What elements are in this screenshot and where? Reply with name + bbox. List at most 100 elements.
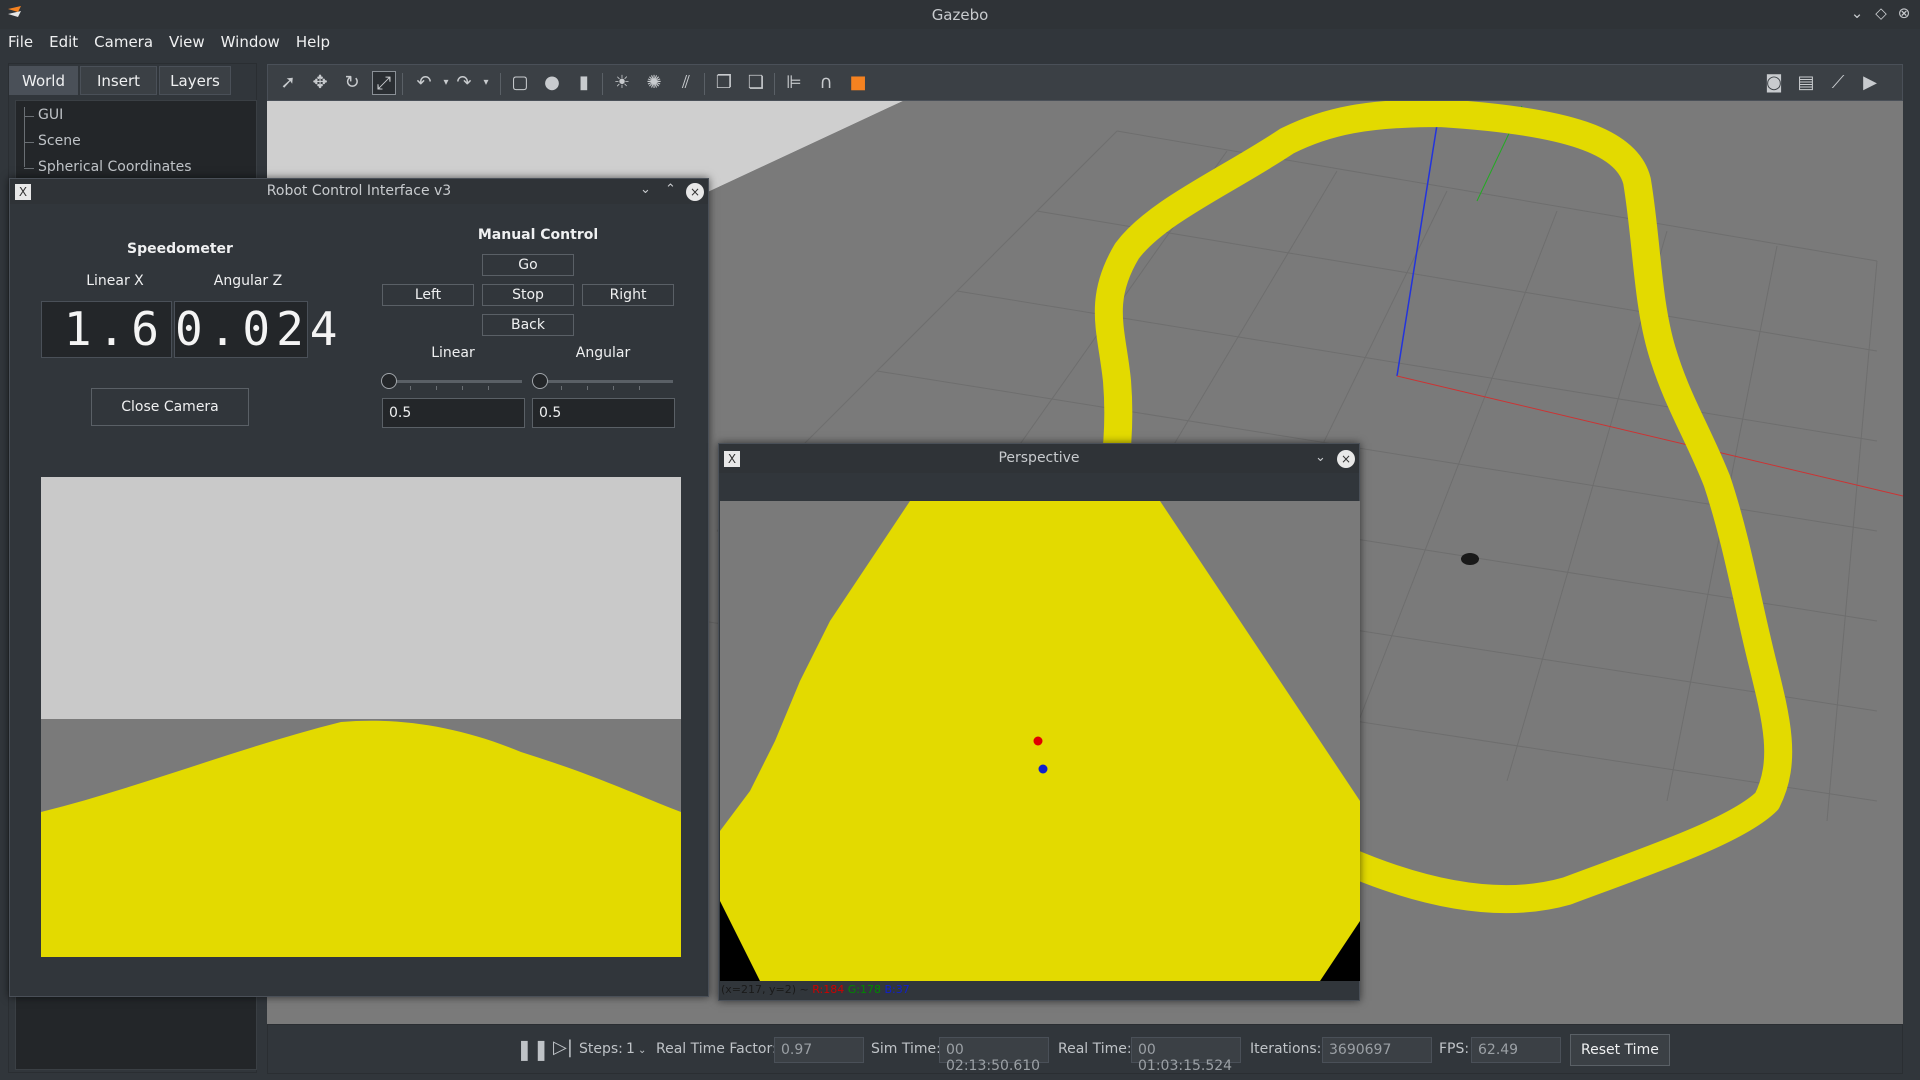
go-button[interactable]: Go [482, 254, 574, 276]
speedometer-title: Speedometer [127, 241, 233, 257]
point-light-icon[interactable]: ☀ [610, 71, 634, 95]
angular-speed-display: 0.024 [174, 301, 344, 358]
menu-camera[interactable]: Camera [86, 29, 161, 51]
tab-layers[interactable]: Layers [159, 66, 231, 95]
select-mode-icon[interactable]: ➚ [276, 71, 300, 95]
angular-slider-handle[interactable] [532, 373, 548, 389]
linear-slider-handle[interactable] [381, 373, 397, 389]
slider-tick [587, 386, 588, 390]
scale-mode-icon[interactable]: ⤢ [372, 71, 396, 95]
slider-tick [436, 386, 437, 390]
linear-slider-label: Linear [431, 345, 475, 361]
tree-item-gui[interactable]: GUI [22, 107, 63, 123]
slider-tick [410, 386, 411, 390]
steps-value[interactable]: 1 [626, 1041, 635, 1057]
manual-control-title: Manual Control [477, 227, 599, 243]
translate-mode-icon[interactable]: ✥ [308, 71, 332, 95]
fps-field: 62.49 [1471, 1037, 1561, 1063]
linear-x-label: Linear X [86, 273, 144, 289]
angular-slider-label: Angular [575, 345, 631, 361]
robot-control-window: X Robot Control Interface v3 ⌄ ⌃ × Speed… [9, 178, 709, 997]
sim-time-field: 00 02:13:50.610 [939, 1037, 1049, 1074]
slider-tick [561, 386, 562, 390]
back-button[interactable]: Back [482, 314, 574, 336]
robot-model[interactable] [1461, 553, 1479, 565]
rotate-mode-icon[interactable]: ↻ [340, 71, 364, 95]
redo-dropdown-icon[interactable]: ▾ [474, 71, 498, 95]
reset-time-button[interactable]: Reset Time [1570, 1034, 1670, 1066]
toolbar-separator [704, 73, 705, 95]
toolbar-separator [402, 73, 403, 95]
toolbar-separator [602, 73, 603, 95]
perspective-image[interactable] [720, 501, 1360, 981]
slider-tick [462, 386, 463, 390]
pixel-blue-value: B:37 [884, 983, 910, 996]
stop-button[interactable]: Stop [482, 284, 574, 306]
linear-slider-track[interactable] [384, 380, 522, 383]
tab-world[interactable]: World [9, 66, 78, 95]
maximize-icon[interactable]: ◇ [1871, 4, 1891, 24]
tree-item-spherical-coordinates[interactable]: Spherical Coordinates [22, 159, 192, 175]
rtf-label: Real Time Factor: [656, 1041, 777, 1057]
step-icon[interactable]: ▷| [553, 1037, 573, 1058]
box-shape-icon[interactable]: ▢ [508, 71, 532, 95]
close-icon[interactable]: ⊗ [1894, 4, 1914, 24]
minimize-icon[interactable]: ⌄ [1315, 450, 1326, 465]
directional-light-icon[interactable]: ⫽ [674, 71, 698, 95]
steps-label: Steps: [579, 1041, 623, 1057]
robot-camera-view [41, 477, 681, 957]
left-button[interactable]: Left [382, 284, 474, 306]
tree-item-scene[interactable]: Scene [22, 133, 81, 149]
main-toolbar: ➚ ✥ ↻ ⤢ ↶ ▾ ↷ ▾ ▢ ● ▮ ☀ ✺ ⫽ ❐ ❏ ⊫ ∩ ■ ◙ … [267, 64, 1903, 101]
minimize-icon[interactable]: ⌄ [640, 182, 651, 197]
copy-icon[interactable]: ❐ [712, 71, 736, 95]
plot-icon[interactable]: ⟋ [1826, 71, 1850, 95]
perspective-title: Perspective [998, 450, 1080, 466]
menu-file[interactable]: File [0, 29, 41, 51]
close-icon[interactable]: × [1337, 450, 1355, 468]
right-button[interactable]: Right [582, 284, 674, 306]
menu-help[interactable]: Help [288, 29, 338, 51]
target-point-red [1033, 736, 1043, 746]
angular-z-label: Angular Z [213, 273, 283, 289]
close-camera-button[interactable]: Close Camera [91, 388, 249, 426]
redo-icon[interactable]: ↷ [452, 71, 476, 95]
angular-speed-input[interactable]: 0.5 [532, 398, 675, 428]
spot-light-icon[interactable]: ✺ [642, 71, 666, 95]
menu-window[interactable]: Window [213, 29, 288, 51]
align-icon[interactable]: ⊫ [782, 71, 806, 95]
camera-feed [41, 477, 681, 957]
real-time-label: Real Time: [1058, 1041, 1132, 1057]
angular-slider-track[interactable] [535, 380, 673, 383]
steps-dropdown-icon[interactable]: ⌄ [638, 1045, 646, 1056]
undo-icon[interactable]: ↶ [412, 71, 436, 95]
pixel-coords: (x=217, y=2) ~ [721, 983, 809, 996]
toolbar-separator [774, 73, 775, 95]
paste-icon[interactable]: ❏ [744, 71, 768, 95]
window-title: Gazebo [931, 6, 989, 24]
video-record-icon[interactable]: ▶ [1858, 71, 1882, 95]
sphere-shape-icon[interactable]: ● [540, 71, 564, 95]
close-icon[interactable]: × [686, 183, 704, 201]
log-data-icon[interactable]: ▤ [1794, 71, 1818, 95]
cylinder-shape-icon[interactable]: ▮ [572, 71, 596, 95]
perspective-titlebar: X Perspective ⌄ × [719, 444, 1359, 473]
toolbar-separator [500, 73, 501, 95]
app-titlebar: Gazebo ⌄ ◇ ⊗ [0, 0, 1920, 29]
menubar: File Edit Camera View Window Help [0, 29, 1920, 57]
menu-edit[interactable]: Edit [41, 29, 86, 51]
screenshot-icon[interactable]: ◙ [1762, 71, 1786, 95]
change-view-icon[interactable]: ■ [846, 71, 870, 95]
slider-tick [613, 386, 614, 390]
centroid-point-blue [1038, 764, 1048, 774]
robot-window-titlebar: X Robot Control Interface v3 ⌄ ⌃ × [10, 179, 708, 204]
minimize-icon[interactable]: ⌄ [1847, 4, 1867, 24]
pause-icon[interactable]: ❚❚ [516, 1037, 550, 1061]
tab-insert[interactable]: Insert [80, 66, 157, 95]
slider-tick [488, 386, 489, 390]
menu-view[interactable]: View [161, 29, 213, 51]
snap-icon[interactable]: ∩ [814, 71, 838, 95]
linear-speed-input[interactable]: 0.5 [382, 398, 525, 428]
maximize-icon[interactable]: ⌃ [665, 182, 676, 197]
pixel-green-value: G:178 [847, 983, 881, 996]
